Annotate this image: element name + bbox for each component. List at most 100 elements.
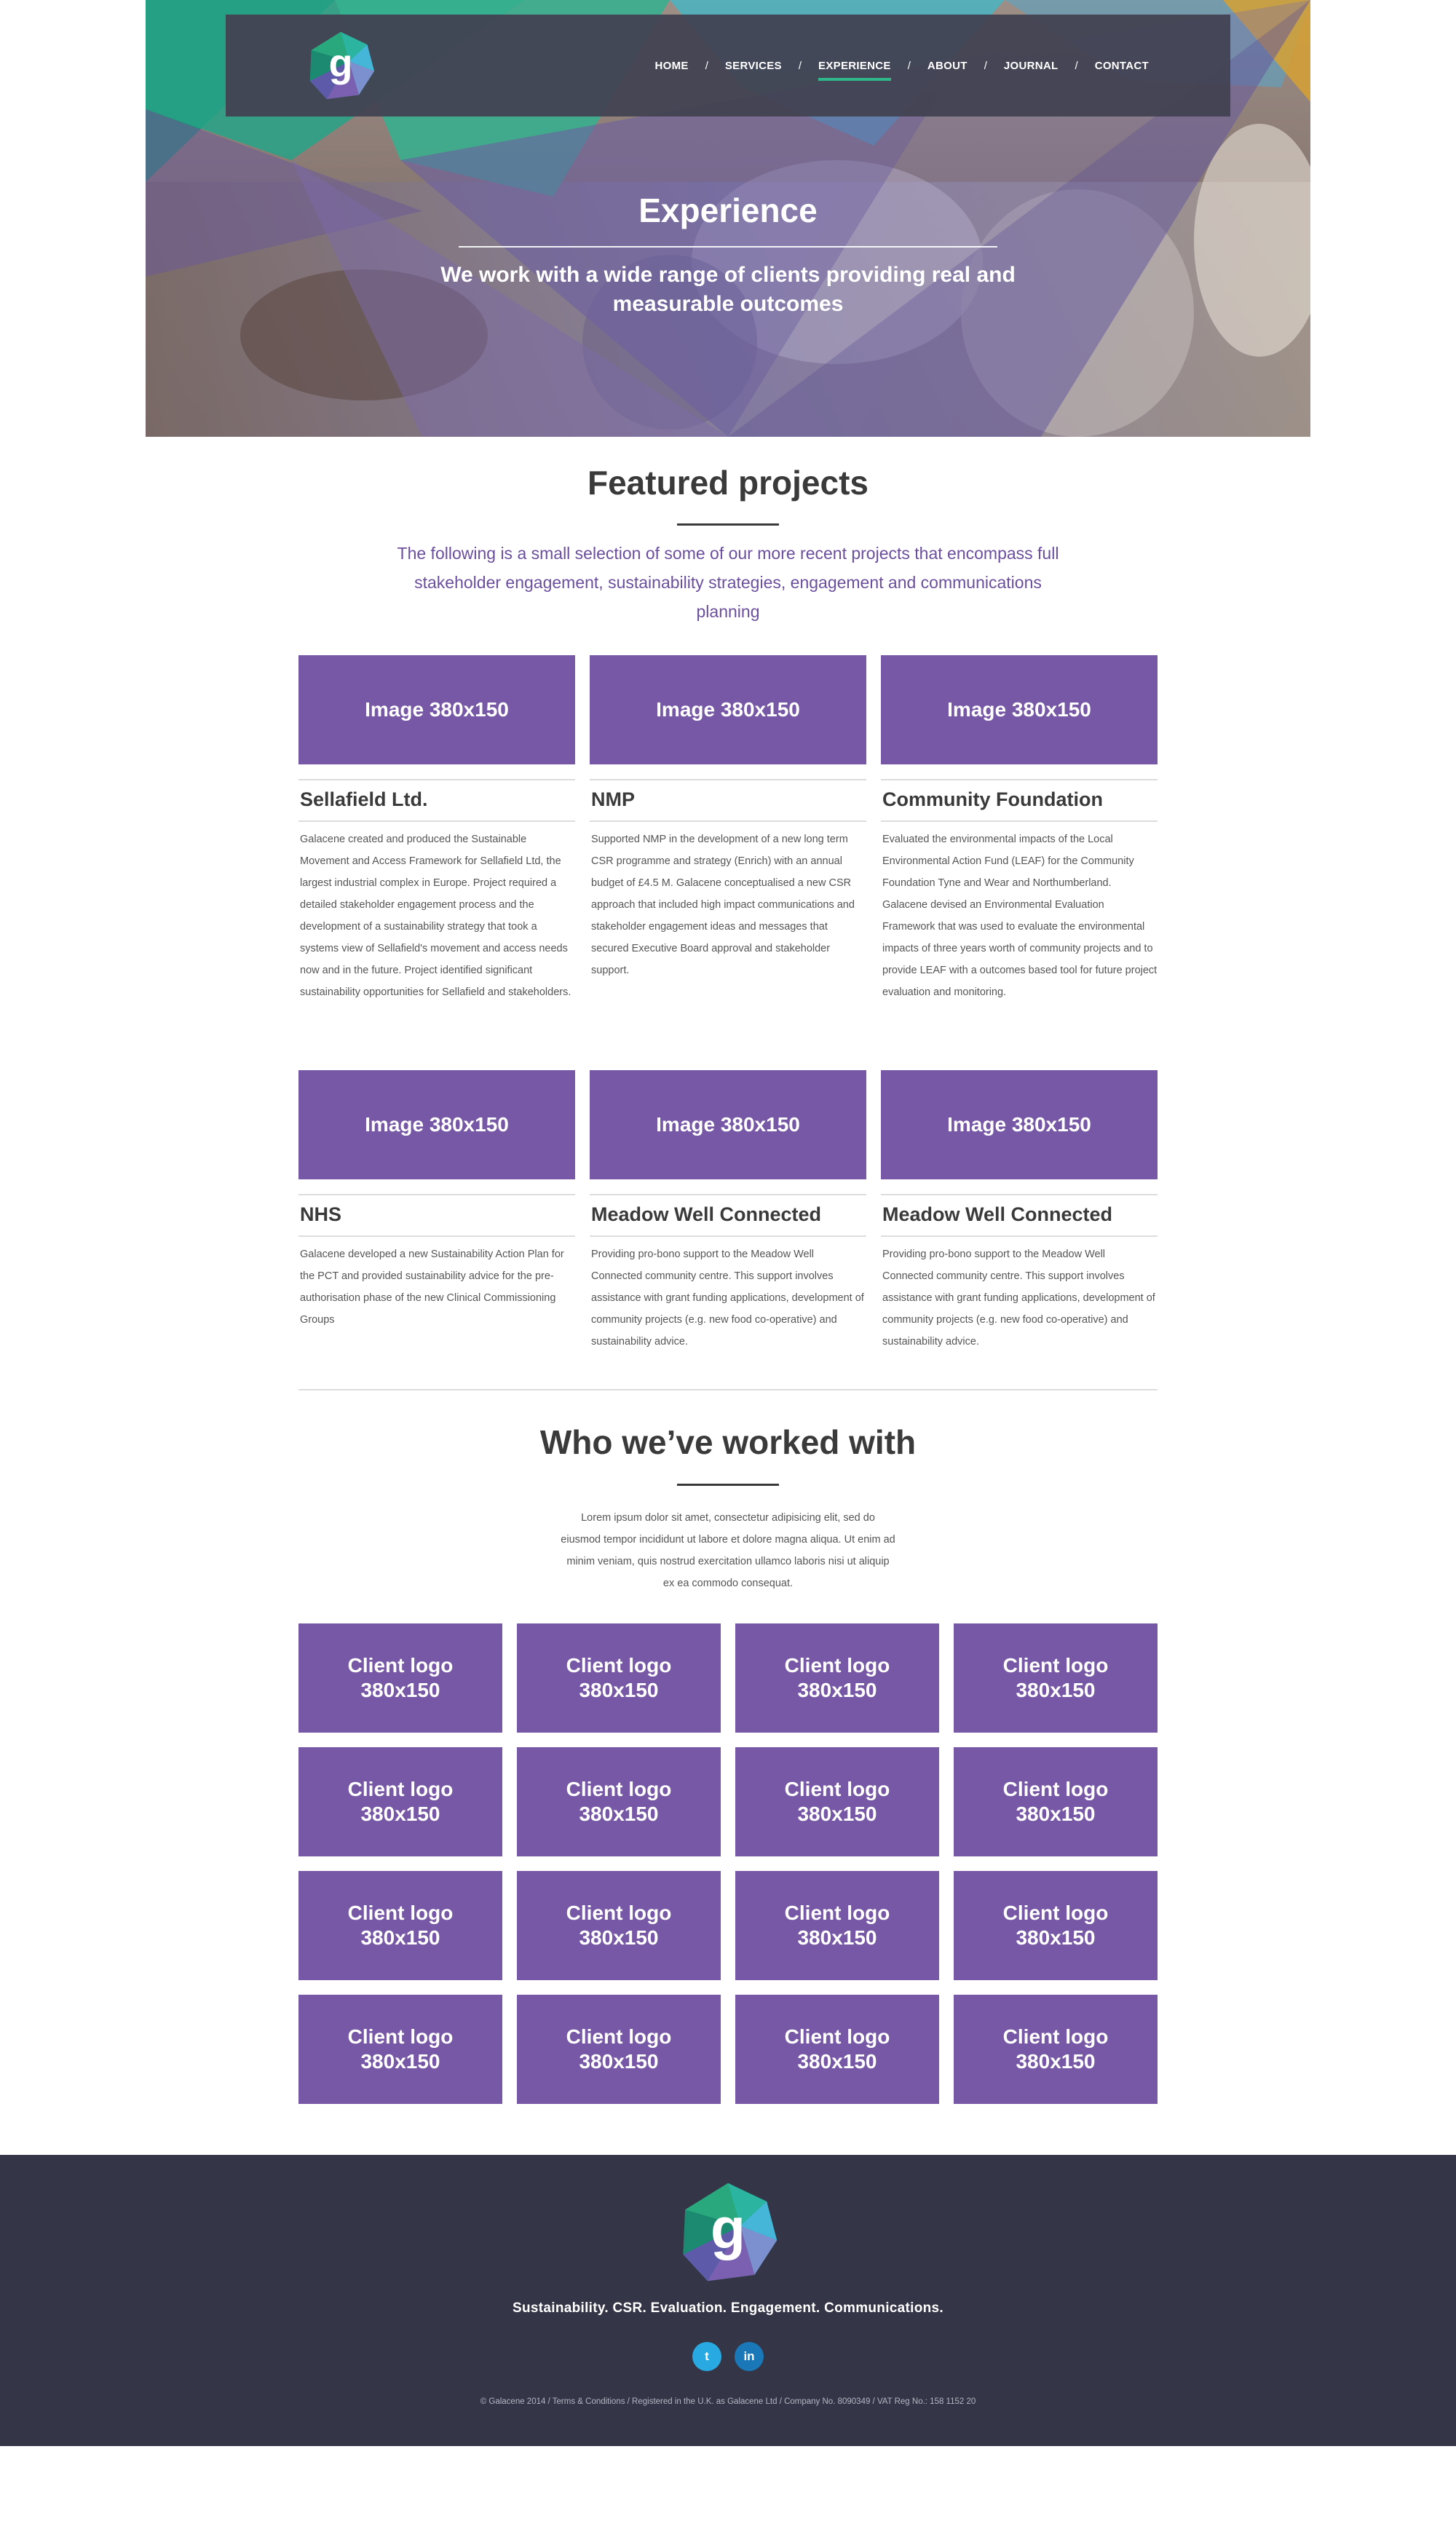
nav-home[interactable]: HOME — [654, 55, 688, 76]
client-logo-label: Client logo — [784, 2025, 890, 2048]
hero-subtitle: We work with a wide range of clients pro… — [440, 263, 1016, 316]
client-logo-tile[interactable]: Client logo 380x150 — [735, 1871, 939, 1980]
client-logo-label: Client logo — [347, 1778, 454, 1800]
nav-separator: / — [798, 59, 802, 72]
client-logo-label: Client logo — [784, 1778, 890, 1800]
client-logo-size: 380x150 — [797, 2050, 877, 2073]
project-image[interactable]: Image 380x150 — [881, 1070, 1158, 1179]
footer-logo-icon[interactable]: g — [677, 2181, 779, 2283]
client-logo-label: Client logo — [347, 2025, 454, 2048]
nav-separator: / — [907, 59, 911, 72]
client-logo-tile[interactable]: Client logo 380x150 — [954, 1747, 1158, 1856]
client-logo-size: 380x150 — [360, 2050, 440, 2073]
footer-tagline: Sustainability. CSR. Evaluation. Engagem… — [513, 2300, 943, 2316]
client-logo-tile[interactable]: Client logo 380x150 — [517, 1871, 721, 1980]
client-logo-size: 380x150 — [797, 1926, 877, 1949]
featured-intro: The following is a small selection of so… — [397, 544, 1059, 621]
client-logo-tile[interactable]: Client logo 380x150 — [735, 1747, 939, 1856]
hero-banner: g HOME / SERVICES / EXPERIENCE / ABOUT /… — [146, 0, 1310, 437]
client-logo-label: Client logo — [1002, 1778, 1109, 1800]
section-divider — [298, 1389, 1158, 1390]
client-logo-label: Client logo — [784, 1654, 890, 1677]
client-logo-label: Client logo — [1002, 2025, 1109, 2048]
client-logo-label: Client logo — [566, 1902, 672, 1924]
project-image[interactable]: Image 380x150 — [590, 1070, 866, 1179]
project-divider — [298, 1194, 575, 1195]
client-logo-label: Client logo — [347, 1654, 454, 1677]
featured-projects-title: Featured projects — [587, 464, 869, 502]
nav-separator: / — [705, 59, 708, 72]
nav-contact[interactable]: CONTACT — [1095, 55, 1149, 76]
client-logo-label: Client logo — [566, 1654, 672, 1677]
clients-title-rule — [677, 1484, 779, 1486]
project-divider — [881, 1235, 1158, 1237]
client-logo-tile[interactable]: Client logo 380x150 — [954, 1995, 1158, 2104]
featured-title-rule — [677, 523, 779, 526]
project-title[interactable]: NMP — [591, 788, 868, 811]
project-divider — [881, 779, 1158, 780]
client-logo-label: Client logo — [347, 1902, 454, 1924]
client-logo-tile[interactable]: Client logo 380x150 — [735, 1995, 939, 2104]
project-divider — [298, 820, 575, 822]
client-logo-tile[interactable]: Client logo 380x150 — [298, 1747, 502, 1856]
hero-title: Experience — [638, 191, 818, 229]
twitter-icon[interactable]: t — [692, 2342, 721, 2371]
nav-separator: / — [1075, 59, 1078, 72]
social-links: t in — [692, 2342, 764, 2371]
nav-services[interactable]: SERVICES — [725, 55, 782, 76]
client-logo-tile[interactable]: Client logo 380x150 — [954, 1871, 1158, 1980]
nav-about[interactable]: ABOUT — [927, 55, 968, 76]
clients-title: Who we’ve worked with — [539, 1423, 917, 1461]
project-divider — [298, 779, 575, 780]
nav-journal[interactable]: JOURNAL — [1004, 55, 1059, 76]
client-logo-tile[interactable]: Client logo 380x150 — [517, 1747, 721, 1856]
project-title[interactable]: Community Foundation — [882, 788, 1159, 811]
logo-letter: g — [329, 41, 353, 85]
client-logo-size: 380x150 — [797, 1803, 877, 1825]
client-logo-size: 380x150 — [1016, 1926, 1096, 1949]
client-logo-tile[interactable]: Client logo 380x150 — [298, 1871, 502, 1980]
project-divider — [881, 820, 1158, 822]
top-navbar: g HOME / SERVICES / EXPERIENCE / ABOUT /… — [226, 15, 1230, 116]
client-logo-size: 380x150 — [360, 1679, 440, 1701]
project-title[interactable]: Meadow Well Connected — [882, 1203, 1159, 1226]
galacene-logo-icon[interactable]: g — [306, 31, 376, 100]
client-logo-tile[interactable]: Client logo 380x150 — [517, 1995, 721, 2104]
project-description: Providing pro-bono support to the Meadow… — [882, 1249, 1155, 1348]
project-title[interactable]: Sellafield Ltd. — [300, 788, 577, 811]
footer: g Sustainability. CSR. Evaluation. Engag… — [0, 2155, 1456, 2446]
linkedin-icon[interactable]: in — [735, 2342, 764, 2371]
project-description: Evaluated the environmental impacts of t… — [882, 834, 1158, 998]
hero-divider — [459, 246, 997, 248]
project-title[interactable]: NHS — [300, 1203, 577, 1226]
client-logo-label: Client logo — [566, 2025, 672, 2048]
project-divider — [590, 779, 866, 780]
client-logo-size: 380x150 — [579, 1803, 659, 1825]
client-logo-tile[interactable]: Client logo 380x150 — [298, 1623, 502, 1733]
project-description: Providing pro-bono support to the Meadow… — [591, 1249, 864, 1348]
client-logo-label: Client logo — [784, 1902, 890, 1924]
project-divider — [881, 1194, 1158, 1195]
project-image[interactable]: Image 380x150 — [881, 655, 1158, 764]
project-divider — [590, 1194, 866, 1195]
client-logo-tile[interactable]: Client logo 380x150 — [298, 1995, 502, 2104]
client-logo-size: 380x150 — [579, 1679, 659, 1701]
main-nav: HOME / SERVICES / EXPERIENCE / ABOUT / J… — [654, 15, 1149, 116]
client-logo-size: 380x150 — [360, 1803, 440, 1825]
client-logo-tile[interactable]: Client logo 380x150 — [954, 1623, 1158, 1733]
project-image[interactable]: Image 380x150 — [590, 655, 866, 764]
project-image[interactable]: Image 380x150 — [298, 655, 575, 764]
client-logo-size: 380x150 — [579, 2050, 659, 2073]
project-divider — [590, 820, 866, 822]
footer-legal-text[interactable]: © Galacene 2014 / Terms & Conditions / R… — [0, 2397, 1456, 2406]
nav-experience[interactable]: EXPERIENCE — [818, 55, 891, 81]
client-logo-tile[interactable]: Client logo 380x150 — [517, 1623, 721, 1733]
client-logo-size: 380x150 — [1016, 1679, 1096, 1701]
client-logo-label: Client logo — [566, 1778, 672, 1800]
nav-separator: / — [984, 59, 987, 72]
client-logo-size: 380x150 — [797, 1679, 877, 1701]
client-logo-label: Client logo — [1002, 1902, 1109, 1924]
client-logo-tile[interactable]: Client logo 380x150 — [735, 1623, 939, 1733]
project-title[interactable]: Meadow Well Connected — [591, 1203, 868, 1226]
project-image[interactable]: Image 380x150 — [298, 1070, 575, 1179]
